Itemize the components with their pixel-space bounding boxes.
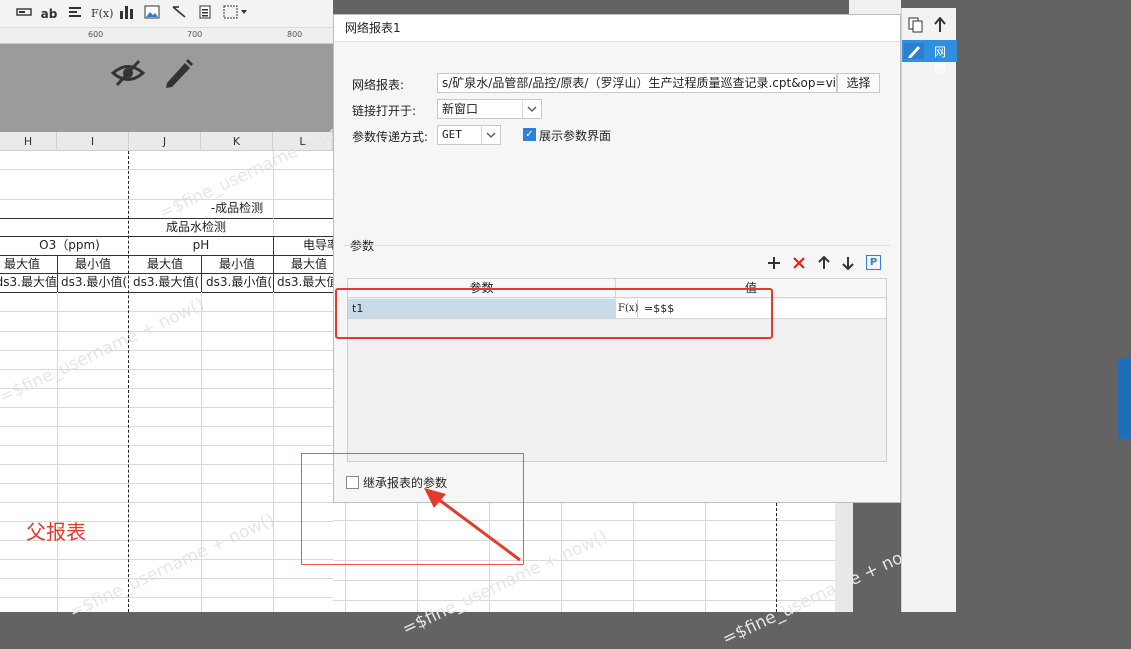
show-params-checkbox[interactable]: ✓ xyxy=(523,128,536,141)
open-in-select[interactable]: 新窗口 xyxy=(437,99,542,119)
chevron-down-icon[interactable] xyxy=(481,126,500,144)
highlight-box xyxy=(335,288,773,339)
data-cell[interactable]: ds3.最小值( xyxy=(57,273,129,292)
parent-report-annotation: 父报表 xyxy=(26,520,86,542)
sheet-scrollbar[interactable] xyxy=(835,503,853,612)
slash-icon[interactable] xyxy=(170,5,188,23)
column-header-j[interactable]: J xyxy=(129,132,201,151)
report-path-field[interactable]: s/矿泉水/品管部/品控/原表/（罗浮山）生产过程质量巡查记录.cpt&op=v… xyxy=(437,73,837,93)
horizontal-ruler: 600 700 800 xyxy=(0,28,333,44)
header-cell: -成品检测 xyxy=(210,201,264,215)
annotation-arrow-icon xyxy=(424,488,521,562)
header-cell: 最大值 xyxy=(291,257,328,271)
header-cell: 最小值 xyxy=(218,257,255,271)
dialog-title: 网络报表1 xyxy=(334,15,900,42)
param-p-icon[interactable]: P xyxy=(866,255,881,270)
data-cell[interactable]: ds3.最小值( xyxy=(201,273,273,292)
formula-icon[interactable]: F(x) xyxy=(91,5,113,23)
move-down-icon[interactable] xyxy=(842,256,854,273)
hide-eye-icon[interactable] xyxy=(110,58,146,91)
data-cell[interactable]: ds3.最大值( xyxy=(273,273,333,292)
bar-chart-icon[interactable] xyxy=(118,5,136,23)
copy-icon[interactable] xyxy=(908,17,924,36)
header-cell: 最大值 xyxy=(146,257,183,271)
floating-side-tab[interactable] xyxy=(1118,357,1131,439)
method-label: 参数传递方式: xyxy=(352,130,429,144)
choose-button[interactable]: 选择 xyxy=(837,73,880,93)
textfield-icon[interactable] xyxy=(14,5,34,23)
method-select[interactable]: GET xyxy=(437,125,501,145)
border-icon[interactable] xyxy=(222,5,250,23)
hyperlink-item-label: 网络 xyxy=(934,45,947,76)
move-up-icon[interactable] xyxy=(934,16,946,36)
data-cell[interactable]: ds3.最大值( xyxy=(0,273,57,292)
ruler-tick: 600 xyxy=(88,30,104,39)
column-header-i[interactable]: I xyxy=(57,132,129,151)
design-toolbar: ab F(x) xyxy=(0,0,333,28)
method-value: GET xyxy=(442,128,462,141)
column-header-k[interactable]: K xyxy=(201,132,273,151)
right-side-panel: 网络 xyxy=(901,8,957,612)
edit-pencil-icon[interactable] xyxy=(163,57,193,92)
hidden-header-area xyxy=(0,44,333,132)
ruler-tick: 700 xyxy=(187,30,203,39)
header-cell: 成品水检测 xyxy=(165,220,226,234)
ab-text-icon[interactable]: ab xyxy=(40,5,58,23)
data-cell[interactable]: ds3.最大值( xyxy=(129,273,201,292)
sheet-top-right xyxy=(849,0,901,14)
column-header-h[interactable]: H xyxy=(0,132,57,151)
header-cell: pH xyxy=(192,238,210,252)
header-cell: 最小值 xyxy=(74,257,111,271)
open-in-label: 链接打开于: xyxy=(352,104,417,118)
add-icon[interactable] xyxy=(767,256,781,273)
web-report-dialog: 网络报表1 网络报表: s/矿泉水/品管部/品控/原表/（罗浮山）生产过程质量巡… xyxy=(333,14,901,503)
watermark: =$fine_username + now() xyxy=(719,536,931,649)
open-in-value: 新窗口 xyxy=(442,102,479,116)
edit-pencil-icon[interactable] xyxy=(904,43,924,59)
chevron-down-icon[interactable] xyxy=(522,100,541,118)
sheet-icon[interactable] xyxy=(196,5,214,23)
image-icon[interactable] xyxy=(143,5,161,23)
header-cell: 最大值 xyxy=(4,257,41,271)
hyperlink-item[interactable]: 网络 xyxy=(902,40,957,76)
show-params-label: 展示参数界面 xyxy=(539,129,612,143)
align-icon[interactable] xyxy=(66,5,84,23)
delete-icon[interactable] xyxy=(792,256,806,273)
header-cell: 电导率 xyxy=(303,238,333,252)
ruler-tick: 800 xyxy=(287,30,303,39)
move-up-icon[interactable] xyxy=(818,255,830,273)
header-cell: O3（ppm) xyxy=(39,238,100,252)
report-sheet[interactable]: =$fine_username + now() =$fine_username … xyxy=(0,111,368,622)
report-label: 网络报表: xyxy=(352,78,405,92)
